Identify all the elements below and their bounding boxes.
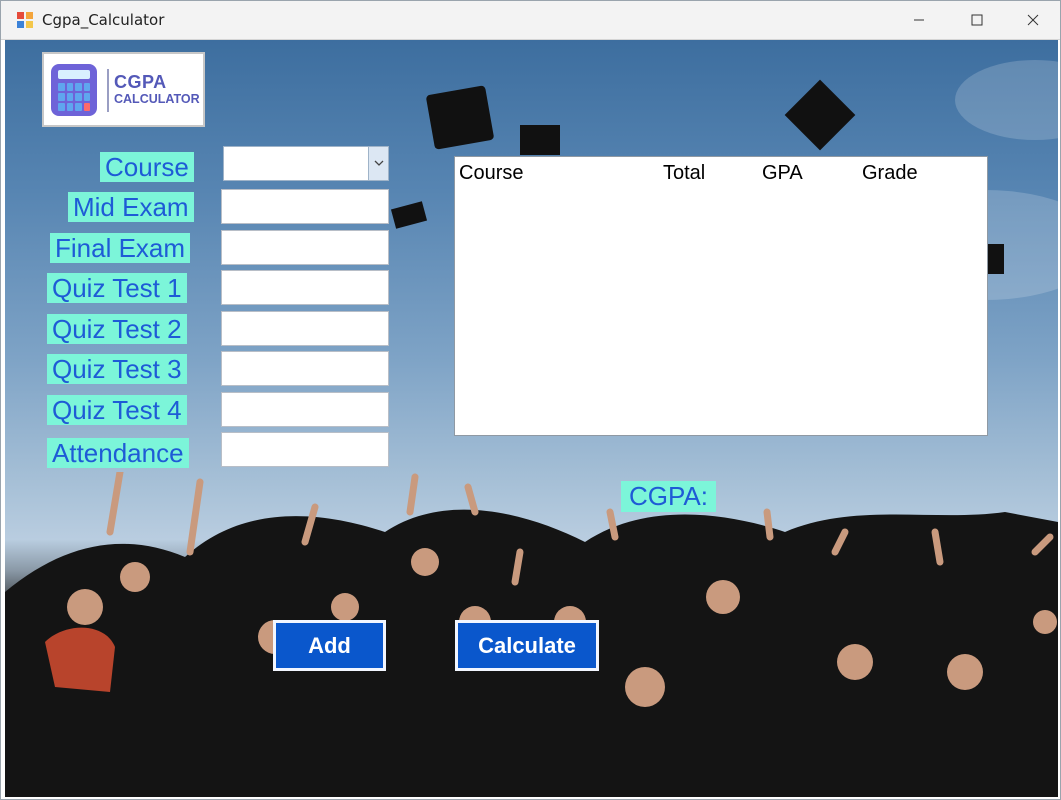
quiz-test-2-label: Quiz Test 2 <box>47 314 187 344</box>
column-header-gpa[interactable]: GPA <box>762 162 803 185</box>
app-window: Cgpa_Calculator CGPA CALCULATOR Course M… <box>0 0 1061 800</box>
mid-exam-label: Mid Exam <box>68 192 194 222</box>
logo-subtitle: CALCULATOR <box>114 92 200 106</box>
attendance-label: Attendance <box>47 438 189 468</box>
quiz-test-1-input[interactable] <box>221 270 389 305</box>
logo-title: CGPA <box>114 72 167 92</box>
quiz-test-1-label: Quiz Test 1 <box>47 273 187 303</box>
calculate-button[interactable]: Calculate <box>455 620 599 671</box>
form-client-area: CGPA CALCULATOR Course Mid Exam Final Ex… <box>5 40 1058 797</box>
add-button[interactable]: Add <box>273 620 386 671</box>
final-exam-label: Final Exam <box>50 233 191 263</box>
quiz-test-3-input[interactable] <box>221 351 389 386</box>
results-table[interactable]: Course Total GPA Grade <box>454 156 988 436</box>
column-header-grade[interactable]: Grade <box>862 162 918 185</box>
minimize-icon <box>914 19 924 21</box>
quiz-test-3-label: Quiz Test 3 <box>47 354 187 384</box>
calculator-icon <box>51 64 97 116</box>
maximize-button[interactable] <box>948 1 1006 39</box>
mid-exam-input[interactable] <box>221 189 389 224</box>
course-label: Course <box>100 152 194 182</box>
dropdown-button[interactable] <box>368 147 388 180</box>
column-header-total[interactable]: Total <box>663 162 705 185</box>
quiz-test-4-input[interactable] <box>221 392 389 427</box>
quiz-test-4-label: Quiz Test 4 <box>47 395 187 425</box>
cgpa-label: CGPA: <box>621 481 716 512</box>
column-header-course[interactable]: Course <box>459 162 523 185</box>
background-graduation-cap <box>784 79 856 151</box>
title-bar: Cgpa_Calculator <box>1 1 1060 40</box>
close-icon <box>1027 14 1039 26</box>
attendance-input[interactable] <box>221 432 389 467</box>
background-graduation-cap <box>520 125 560 155</box>
close-button[interactable] <box>1004 1 1060 39</box>
maximize-icon <box>971 14 983 26</box>
background-graduation-cap <box>390 201 428 229</box>
background-cloud <box>955 60 1058 140</box>
background-graduation-cap <box>425 85 495 150</box>
app-logo: CGPA CALCULATOR <box>42 52 205 127</box>
chevron-down-icon <box>374 160 383 166</box>
background-graduation-cap <box>988 244 1004 274</box>
course-dropdown[interactable] <box>223 146 389 181</box>
quiz-test-2-input[interactable] <box>221 311 389 346</box>
window-title: Cgpa_Calculator <box>42 11 165 29</box>
calculator-app-icon <box>17 12 33 28</box>
minimize-button[interactable] <box>890 1 948 39</box>
final-exam-input[interactable] <box>221 230 389 265</box>
